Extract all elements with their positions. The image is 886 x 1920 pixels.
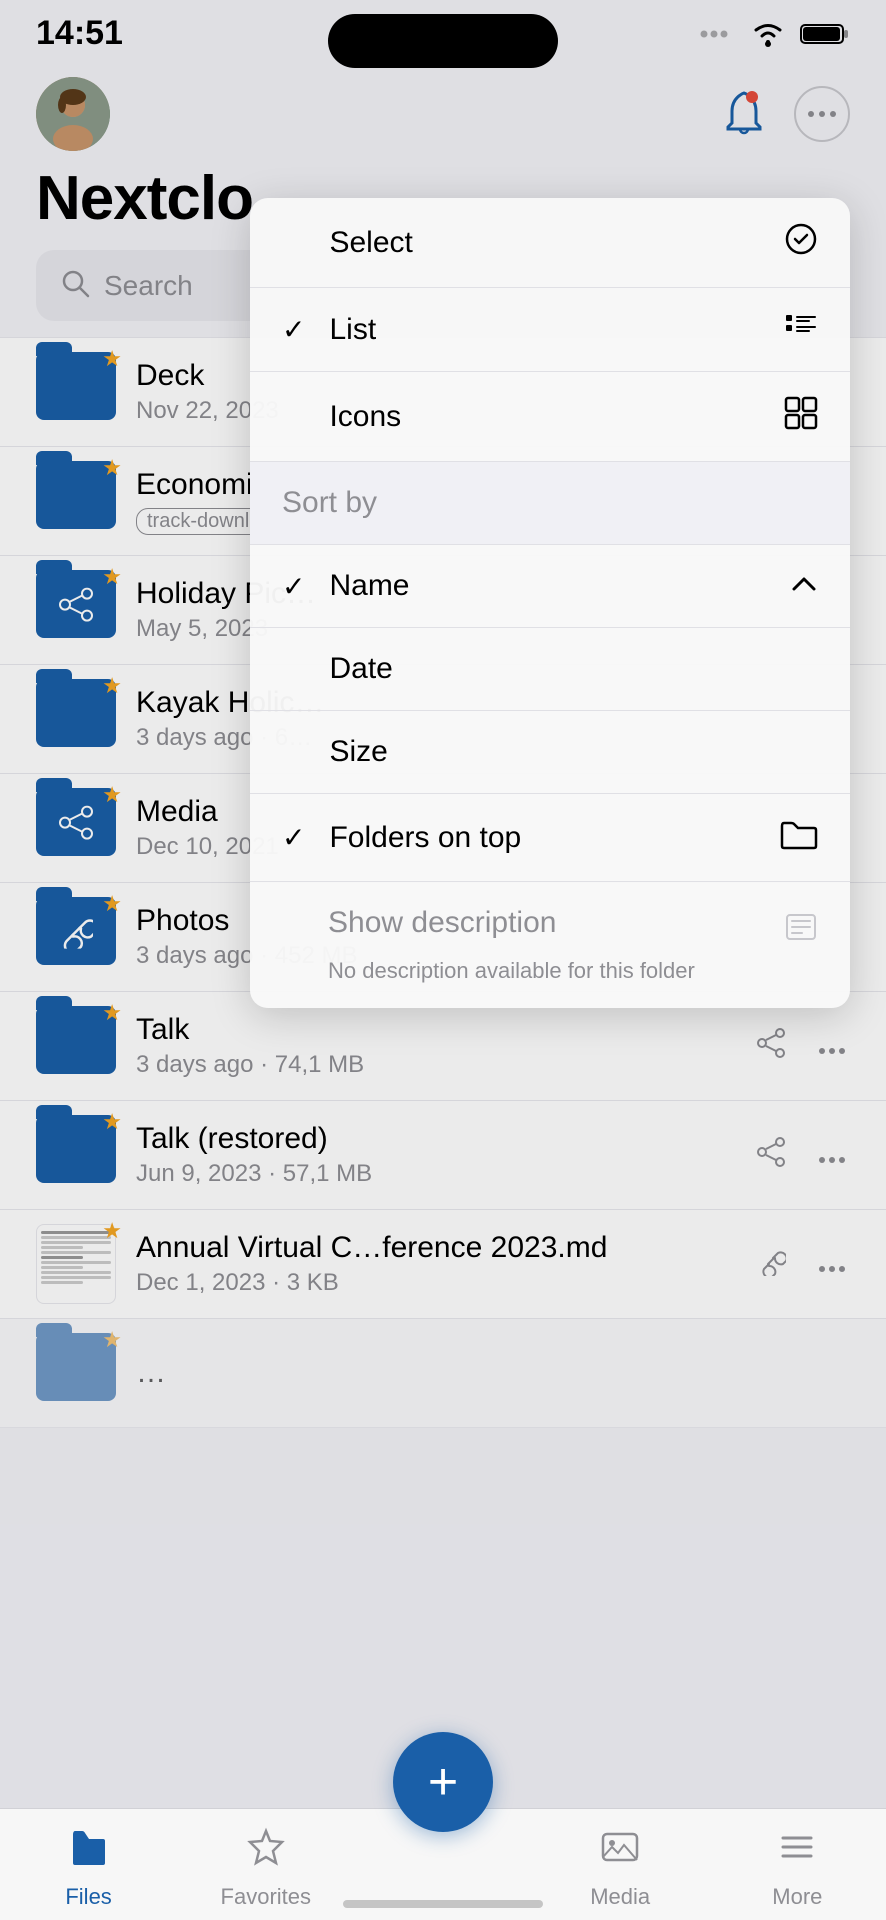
files-tab-icon	[67, 1825, 111, 1878]
menu-item-size[interactable]: ✓ Size	[250, 711, 850, 794]
list-label: List	[329, 313, 376, 347]
folders-on-top-check: ✓	[282, 821, 305, 854]
circle-check-icon	[784, 222, 818, 263]
menu-item-date[interactable]: ✓ Date	[250, 628, 850, 711]
tab-files[interactable]: Files	[39, 1825, 139, 1910]
show-description-sublabel: No description available for this folder	[328, 958, 695, 984]
menu-item-icons-left: ✓ Icons	[282, 400, 401, 434]
menu-item-list-left: ✓ List	[282, 313, 376, 347]
list-check: ✓	[282, 313, 305, 346]
folder-outline-icon	[780, 818, 818, 857]
grid-view-icon	[784, 396, 818, 437]
menu-item-date-left: ✓ Date	[282, 652, 393, 686]
sort-by-label: Sort by	[282, 486, 377, 520]
list-text-icon	[784, 910, 818, 951]
menu-item-name[interactable]: ✓ Name	[250, 545, 850, 628]
more-tab-label: More	[772, 1884, 822, 1910]
name-check: ✓	[282, 570, 305, 603]
select-label: Select	[329, 226, 412, 260]
tab-media[interactable]: Media	[570, 1825, 670, 1910]
favorites-tab-icon	[244, 1825, 288, 1878]
media-tab-label: Media	[590, 1884, 650, 1910]
chevron-up-icon	[790, 570, 818, 602]
menu-item-select[interactable]: ✓ Select	[250, 198, 850, 288]
menu-item-list[interactable]: ✓ List	[250, 288, 850, 372]
fab-button[interactable]: +	[393, 1732, 493, 1832]
icons-label: Icons	[329, 400, 401, 434]
sort-by-header: Sort by	[250, 462, 850, 545]
home-indicator	[343, 1900, 543, 1908]
menu-item-name-left: ✓ Name	[282, 569, 410, 603]
media-tab-icon	[598, 1825, 642, 1878]
fab-plus-icon: +	[428, 1756, 458, 1808]
menu-item-folders-on-top[interactable]: ✓ Folders on top	[250, 794, 850, 882]
size-label: Size	[329, 735, 387, 769]
tab-more[interactable]: More	[747, 1825, 847, 1910]
menu-item-show-description-content: Show description No description availabl…	[282, 906, 695, 984]
folders-on-top-label: Folders on top	[329, 821, 521, 855]
date-label: Date	[329, 652, 392, 686]
more-tab-icon	[775, 1825, 819, 1878]
name-label: Name	[329, 569, 409, 603]
menu-item-icons[interactable]: ✓ Icons	[250, 372, 850, 462]
show-description-label: Show description	[328, 906, 556, 940]
menu-item-show-description: Show description No description availabl…	[250, 882, 850, 1008]
tab-favorites[interactable]: Favorites	[216, 1825, 316, 1910]
menu-item-folders-on-top-left: ✓ Folders on top	[282, 821, 521, 855]
list-view-icon	[784, 312, 818, 347]
favorites-tab-label: Favorites	[221, 1884, 311, 1910]
dropdown-menu: ✓ Select ✓ List	[250, 198, 850, 1008]
files-tab-label: Files	[65, 1884, 111, 1910]
menu-item-select-left: ✓ Select	[282, 226, 413, 260]
menu-item-size-left: ✓ Size	[282, 735, 388, 769]
